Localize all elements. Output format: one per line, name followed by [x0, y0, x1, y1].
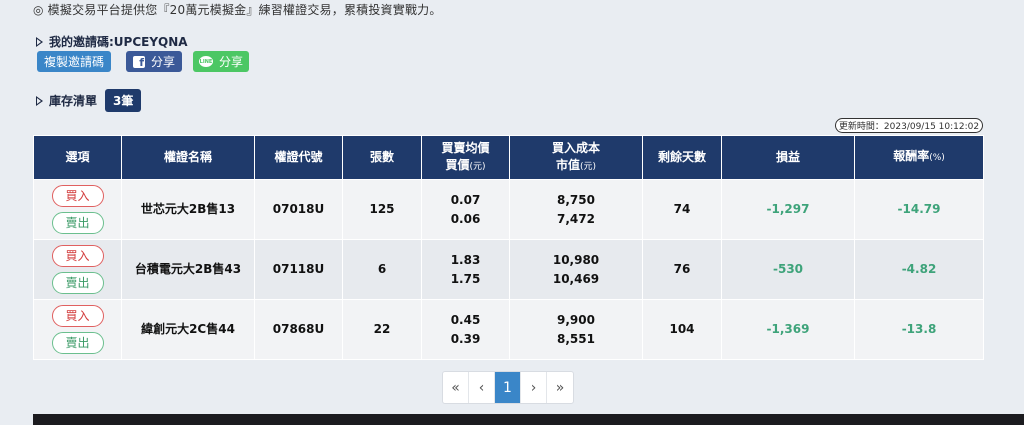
pagination: « ‹ 1 › »	[442, 371, 574, 404]
pnl-value: -530	[721, 239, 855, 300]
header-shares: 張數	[342, 135, 422, 180]
cost-value: 9,900	[557, 312, 595, 327]
avg-price-cell: 1.83 1.75	[421, 239, 510, 300]
warrant-code: 07118U	[254, 239, 343, 300]
footer-bar-gap	[0, 414, 33, 425]
market-value: 7,472	[557, 211, 595, 226]
inventory-table: 選項 權證名稱 權證代號 張數 買賣均價 買價(元) 買入成本 市值(元) 剩餘…	[33, 135, 984, 360]
pnl-value: -1,369	[721, 299, 855, 360]
warrant-shares: 125	[342, 179, 422, 240]
line-share-button[interactable]: LINE 分享	[193, 51, 249, 72]
table-row: 買入 賣出 世芯元大2B售13 07018U 125 0.07 0.06 8,7…	[33, 179, 984, 240]
warrant-name: 世芯元大2B售13	[121, 179, 255, 240]
warrant-name: 台積電元大2B售43	[121, 239, 255, 300]
next-page-button[interactable]: ›	[521, 372, 547, 403]
last-page-button[interactable]: »	[547, 372, 573, 403]
row-options: 買入 賣出	[33, 239, 122, 300]
header-avg-price: 買賣均價 買價(元)	[421, 135, 510, 180]
inventory-count-badge: 3筆	[105, 89, 142, 112]
header-options: 選項	[33, 135, 122, 180]
buy-button[interactable]: 買入	[51, 305, 104, 327]
cost-value: 10,980	[552, 252, 600, 267]
market-value: 10,469	[552, 271, 600, 286]
sell-price: 1.75	[450, 271, 481, 286]
copy-invite-code-label: 複製邀請碼	[43, 55, 104, 69]
buy-price: 0.07	[450, 192, 481, 207]
roi-value: -14.79	[854, 179, 984, 240]
header-roi: 報酬率(%)	[854, 135, 984, 180]
market-value: 8,551	[557, 331, 595, 346]
pnl-value: -1,297	[721, 179, 855, 240]
table-row: 買入 賣出 台積電元大2B售43 07118U 6 1.83 1.75 10,9…	[33, 239, 984, 300]
warrant-code: 07018U	[254, 179, 343, 240]
facebook-share-button[interactable]: f 分享	[126, 51, 182, 72]
cost-cell: 8,750 7,472	[509, 179, 643, 240]
header-days: 剩餘天數	[642, 135, 722, 180]
table-row: 買入 賣出 緯創元大2C售44 07868U 22 0.45 0.39 9,90…	[33, 299, 984, 360]
line-icon: LINE	[198, 56, 213, 67]
roi-value: -4.82	[854, 239, 984, 300]
cost-cell: 10,980 10,469	[509, 239, 643, 300]
avg-price-cell: 0.07 0.06	[421, 179, 510, 240]
update-time-badge: 更新時間：2023/09/15 10:12:02	[835, 118, 983, 133]
triangle-icon	[36, 36, 43, 47]
buy-button[interactable]: 買入	[51, 185, 104, 207]
cost-value: 8,750	[557, 192, 595, 207]
row-options: 買入 賣出	[33, 179, 122, 240]
copy-invite-code-button[interactable]: 複製邀請碼	[37, 51, 111, 72]
roi-value: -13.8	[854, 299, 984, 360]
warrant-name: 緯創元大2C售44	[121, 299, 255, 360]
inventory-heading: 庫存清單 3筆	[36, 89, 142, 112]
header-name: 權證名稱	[121, 135, 255, 180]
header-pnl: 損益	[721, 135, 855, 180]
sell-price: 0.39	[450, 331, 481, 346]
header-code: 權證代號	[254, 135, 343, 180]
invite-code-label: 我的邀請碼:UPCEYQNA	[49, 35, 188, 49]
table-header-row: 選項 權證名稱 權證代號 張數 買賣均價 買價(元) 買入成本 市值(元) 剩餘…	[33, 135, 984, 180]
sell-button[interactable]: 賣出	[51, 332, 104, 354]
days-remaining: 74	[642, 179, 722, 240]
days-remaining: 104	[642, 299, 722, 360]
cost-cell: 9,900 8,551	[509, 299, 643, 360]
current-page-button[interactable]: 1	[495, 372, 521, 403]
avg-price-cell: 0.45 0.39	[421, 299, 510, 360]
warrant-shares: 6	[342, 239, 422, 300]
line-share-label: 分享	[218, 55, 243, 69]
prev-page-button[interactable]: ‹	[469, 372, 495, 403]
inventory-label: 庫存清單	[49, 94, 98, 108]
notice-text: ◎ 模擬交易平台提供您『20萬元模擬金』練習權證交易，累積投資實戰力。	[33, 3, 442, 17]
buy-button[interactable]: 買入	[51, 245, 104, 267]
buy-price: 1.83	[450, 252, 481, 267]
warrant-shares: 22	[342, 299, 422, 360]
invite-code-heading: 我的邀請碼:UPCEYQNA	[36, 33, 188, 50]
triangle-icon	[36, 95, 43, 106]
days-remaining: 76	[642, 239, 722, 300]
row-options: 買入 賣出	[33, 299, 122, 360]
sell-price: 0.06	[450, 211, 481, 226]
header-cost: 買入成本 市值(元)	[509, 135, 643, 180]
sell-button[interactable]: 賣出	[51, 212, 104, 234]
warrant-code: 07868U	[254, 299, 343, 360]
first-page-button[interactable]: «	[443, 372, 469, 403]
facebook-share-label: 分享	[150, 55, 175, 69]
buy-price: 0.45	[450, 312, 481, 327]
sell-button[interactable]: 賣出	[51, 272, 104, 294]
facebook-icon: f	[132, 55, 145, 68]
footer-bar	[0, 414, 1024, 425]
